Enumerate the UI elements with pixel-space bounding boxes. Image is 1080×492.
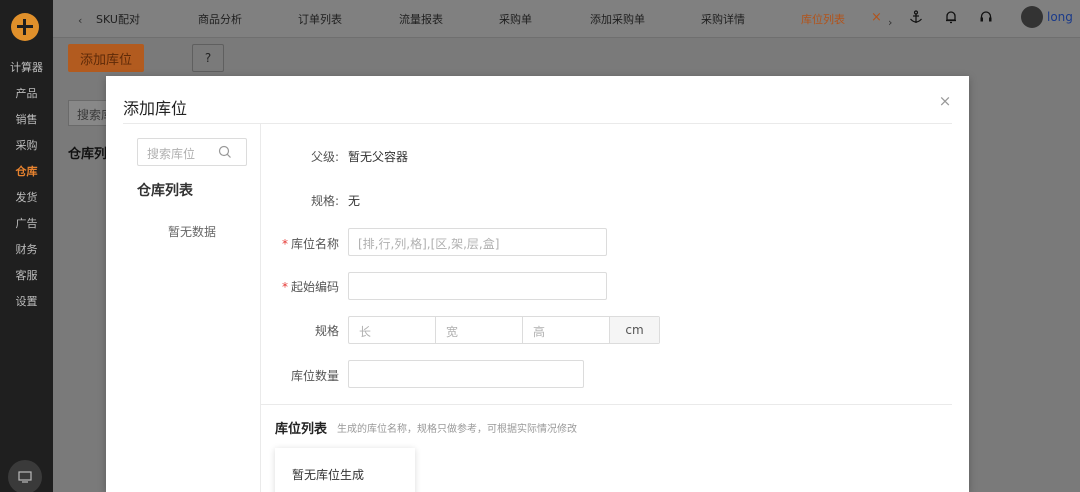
sidebar-item-settings[interactable]: 设置 [0, 293, 53, 309]
location-list-empty-text: 暂无库位生成 [292, 468, 365, 482]
spec-value: 无 [348, 194, 361, 208]
sidebar-item-shipping[interactable]: 发货 [0, 189, 53, 205]
tabs-next-arrow[interactable]: › [888, 16, 892, 29]
start-code-label: * 起始编码 [259, 278, 339, 295]
monitor-icon[interactable] [8, 460, 42, 492]
start-code-input[interactable] [348, 272, 607, 300]
warehouse-list-title: 仓库列表 [137, 183, 193, 199]
warehouse-panel: 搜索库位 仓库列表 暂无数据 [123, 124, 261, 492]
modal-title: 添加库位 [123, 99, 188, 118]
anchor-icon[interactable] [907, 8, 925, 26]
parent-label: 父级: [310, 150, 339, 164]
unit-suffix: cm [610, 317, 659, 343]
tab-location-list[interactable]: 库位列表 [801, 11, 845, 27]
length-input[interactable]: 长 [349, 317, 436, 343]
warehouse-empty-text: 暂无数据 [168, 225, 217, 239]
tab-purchase-order[interactable]: 采购单 [499, 11, 532, 27]
tab-close-icon[interactable]: × [871, 10, 882, 25]
search-icon[interactable] [218, 145, 232, 159]
length-placeholder: 长 [359, 325, 372, 339]
tabs-prev-arrow[interactable]: ‹ [78, 14, 82, 27]
avatar[interactable] [1021, 6, 1043, 28]
add-location-button[interactable]: 添加库位 [68, 44, 144, 72]
location-name-label-text: 库位名称 [290, 237, 339, 251]
spec-label: 规格: [310, 194, 339, 208]
sidebar-item-purchase[interactable]: 采购 [0, 137, 53, 153]
tab-traffic-report[interactable]: 流量报表 [399, 11, 443, 27]
location-count-label: 库位数量 [290, 369, 339, 383]
required-mark: * [281, 280, 288, 294]
location-count-input[interactable] [348, 360, 584, 388]
sidebar-item-ads[interactable]: 广告 [0, 215, 53, 231]
start-code-label-text: 起始编码 [290, 280, 339, 294]
tab-purchase-detail[interactable]: 采购详情 [701, 11, 745, 27]
sidebar-item-finance[interactable]: 财务 [0, 241, 53, 257]
sidebar-item-service[interactable]: 客服 [0, 267, 53, 283]
bell-icon[interactable] [942, 8, 960, 26]
height-input[interactable]: 高 [523, 317, 610, 343]
location-list-empty: 暂无库位生成 [275, 448, 415, 492]
required-mark: * [281, 237, 288, 251]
location-name-input[interactable]: [排,行,列,格],[区,架,层,盒] [348, 228, 607, 256]
location-list-hint: 生成的库位名称，规格只做参考，可根据实际情况修改 [337, 424, 577, 435]
help-icon[interactable]: ? [192, 44, 224, 72]
dimensions-input-group: 长 宽 高 cm [348, 316, 660, 344]
tab-order-list[interactable]: 订单列表 [298, 11, 342, 27]
tab-add-purchase-order[interactable]: 添加采购单 [590, 11, 645, 27]
warehouse-search-input[interactable]: 搜索库位 [137, 138, 247, 166]
tab-sku-pairing[interactable]: SKU配对 [96, 11, 140, 27]
height-placeholder: 高 [533, 325, 546, 339]
sidebar-item-warehouse[interactable]: 仓库 [0, 163, 53, 179]
page-search-input[interactable]: 搜索库位 [68, 100, 110, 126]
location-list-title: 库位列表 [275, 422, 328, 437]
app-logo[interactable] [11, 13, 39, 41]
username[interactable]: long [1047, 10, 1073, 24]
section-divider [261, 404, 952, 405]
location-name-label: * 库位名称 [259, 235, 339, 252]
tab-bar: ‹ SKU配对 商品分析 订单列表 流量报表 采购单 添加采购单 采购详情 库位… [53, 0, 1080, 38]
warehouse-search-placeholder: 搜索库位 [147, 147, 196, 161]
location-name-placeholder: [排,行,列,格],[区,架,层,盒] [358, 237, 500, 251]
sidebar-item-sales[interactable]: 销售 [0, 111, 53, 127]
tab-product-analysis[interactable]: 商品分析 [198, 11, 242, 27]
sidebar-item-products[interactable]: 产品 [0, 85, 53, 101]
add-location-modal: 添加库位 × 搜索库位 仓库列表 暂无数据 父级: 暂无父容器 规格: 无 * 库… [106, 76, 969, 492]
sidebar: 计算器 产品 销售 采购 仓库 发货 广告 财务 客服 设置 [0, 0, 53, 492]
width-placeholder: 宽 [446, 325, 459, 339]
headset-icon[interactable] [977, 8, 995, 26]
parent-value: 暂无父容器 [348, 150, 409, 164]
sidebar-item-calculator[interactable]: 计算器 [0, 59, 53, 75]
width-input[interactable]: 宽 [436, 317, 523, 343]
close-icon[interactable]: × [938, 94, 952, 109]
dimensions-label: 规格 [314, 324, 339, 338]
page-section-title: 仓库列表 [68, 147, 108, 162]
